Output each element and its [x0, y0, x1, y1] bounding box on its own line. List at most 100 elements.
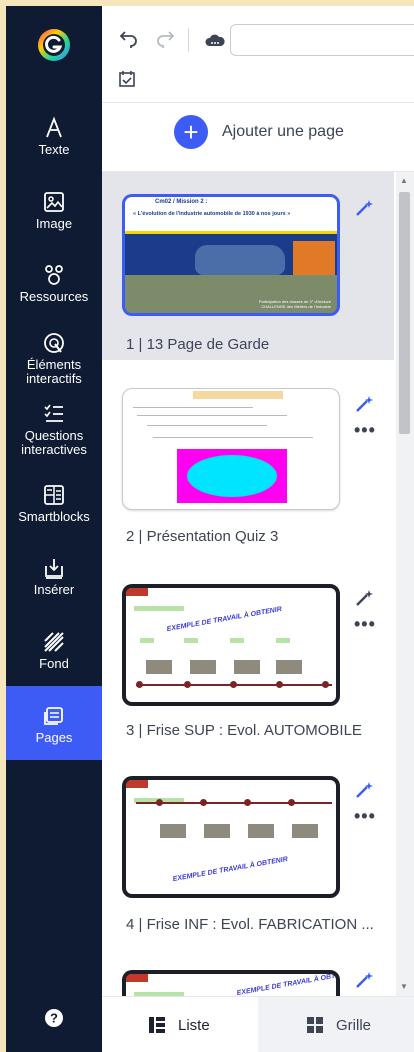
text-icon — [42, 116, 66, 140]
rail-item-label: Image — [35, 216, 73, 231]
cover-footer-text: Participation des classes de 3° d'Anduze… — [258, 299, 331, 309]
quiz-heading-graphic — [193, 391, 283, 399]
cloud-sync-icon[interactable] — [204, 30, 226, 52]
undo-icon[interactable] — [118, 28, 140, 50]
more-options-icon[interactable]: ••• — [354, 420, 376, 441]
plus-icon: + — [174, 115, 208, 149]
add-page-button[interactable]: + Ajouter une page — [102, 103, 414, 172]
left-toolbar: Texte Image Ressources Éléments interact… — [6, 6, 102, 1052]
page-item[interactable]: ••• 2 | Présentation Quiz 3 — [102, 368, 394, 558]
timeline-dot — [244, 799, 251, 806]
cover-image: Cm02 / Mission 2 : « L'évolution de l'in… — [125, 197, 337, 313]
magic-wand-icon[interactable] — [354, 198, 374, 218]
rail-item-label: Éléments interactifs — [26, 357, 82, 386]
orange-graphic — [293, 241, 335, 277]
redo-icon[interactable] — [154, 28, 176, 50]
frise-photo — [292, 824, 318, 838]
magic-wand-icon[interactable] — [354, 970, 374, 990]
tab-grid[interactable]: Grille — [258, 997, 414, 1052]
page-thumbnail[interactable]: EXEMPLE DE TRAVAIL À OBTENIR — [122, 776, 340, 898]
page-item[interactable]: EXEMPLE DE TRAVAIL À OBTENIR ••• 4 | Fri… — [102, 754, 394, 950]
rail-item-interactive-elements[interactable]: Éléments interactifs — [6, 331, 102, 386]
more-options-icon[interactable]: ••• — [354, 614, 376, 635]
magic-wand-icon[interactable] — [354, 780, 374, 800]
page-thumbnail[interactable] — [122, 388, 340, 510]
more-options-icon[interactable]: ••• — [354, 806, 376, 827]
editor-toolbar — [102, 6, 414, 103]
tab-list-label: Liste — [178, 1017, 210, 1034]
rail-item-label: Ressources — [19, 289, 89, 304]
timeline-dot — [200, 799, 207, 806]
page-thumbnail[interactable]: EXEMPLE DE TRAVAIL À OBTENIR — [122, 584, 340, 706]
task-check-icon[interactable] — [118, 70, 136, 88]
frise-photo — [146, 660, 172, 674]
page-item[interactable]: Cm02 / Mission 2 : « L'évolution de l'in… — [102, 172, 394, 360]
toolbar-search-input[interactable] — [230, 24, 414, 56]
timeline-dot — [288, 799, 295, 806]
rail-item-pages[interactable]: Pages — [6, 686, 102, 760]
frise-label — [184, 638, 198, 643]
rail-item-smartblocks[interactable]: Smartblocks — [6, 483, 102, 524]
frise-photo — [248, 824, 274, 838]
frise-heading — [134, 606, 184, 611]
toolbar-divider — [188, 28, 189, 52]
rail-item-text[interactable]: Texte — [6, 116, 102, 157]
rail-item-label: Texte — [38, 142, 70, 157]
rail-item-image[interactable]: Image — [6, 190, 102, 231]
background-icon — [42, 630, 66, 654]
page-item[interactable]: EXEMPLE DE TRAVAIL À OBTENIR ••• 3 | Fri… — [102, 562, 394, 754]
page-thumbnail[interactable]: Cm02 / Mission 2 : « L'évolution de l'in… — [122, 194, 340, 316]
page-item[interactable]: EXEMPLE DE TRAVAIL À OBTENIR — [102, 954, 394, 996]
tab-grid-label: Grille — [336, 1017, 372, 1034]
scroll-up-arrow-icon[interactable]: ▲ — [400, 176, 408, 185]
page-thumbnail[interactable]: EXEMPLE DE TRAVAIL À OBTENIR — [122, 970, 340, 996]
timeline-dot — [156, 799, 163, 806]
tab-list[interactable]: Liste — [102, 997, 258, 1052]
list-view-icon — [148, 1016, 166, 1034]
scroll-down-arrow-icon[interactable]: ▼ — [400, 982, 408, 991]
scrollbar-thumb[interactable] — [399, 192, 410, 434]
page-label: 1 | 13 Page de Garde — [126, 336, 270, 353]
cover-strip — [125, 231, 337, 234]
rail-item-label: Fond — [39, 656, 69, 671]
frise-label — [140, 638, 154, 643]
cover-subtitle-text: « L'évolution de l'industrie automobile … — [133, 211, 291, 217]
pages-icon — [42, 704, 66, 728]
app-logo-icon[interactable] — [37, 28, 71, 62]
car-graphic — [195, 245, 285, 275]
timeline-dot — [136, 681, 143, 688]
frise-photo — [160, 824, 186, 838]
interactive-elements-icon — [42, 331, 66, 355]
page-label: 2 | Présentation Quiz 3 — [126, 528, 279, 545]
text-line — [133, 407, 253, 408]
resources-icon — [42, 263, 66, 287]
example-stamp: EXEMPLE DE TRAVAIL À OBTENIR — [236, 970, 340, 996]
rail-item-label: Smartblocks — [18, 509, 90, 524]
image-icon — [42, 190, 66, 214]
cover-title-banner: Cm02 / Mission 2 : « L'évolution de l'in… — [125, 197, 337, 231]
add-page-label: Ajouter une page — [222, 123, 344, 140]
rail-item-label: Questions interactives — [21, 428, 87, 457]
rail-item-background[interactable]: Fond — [6, 630, 102, 671]
cover-title-text: Cm02 / Mission 2 : — [155, 199, 208, 205]
rail-item-resources[interactable]: Ressources — [6, 263, 102, 304]
frise-photo — [276, 660, 302, 674]
help-icon[interactable]: ? — [44, 1008, 64, 1028]
magic-wand-icon[interactable] — [354, 588, 374, 608]
rail-item-interactive-questions[interactable]: Questions interactives — [6, 402, 102, 457]
page-label: 4 | Frise INF : Evol. FABRICATION ... — [126, 916, 374, 933]
timeline-dot — [184, 681, 191, 688]
rail-item-insert[interactable]: Insérer — [6, 556, 102, 597]
magic-wand-icon[interactable] — [354, 394, 374, 414]
frise-photo — [204, 824, 230, 838]
svg-text:?: ? — [50, 1011, 58, 1026]
timeline-dot — [322, 681, 329, 688]
grid-view-icon — [306, 1016, 324, 1034]
school-photo — [125, 275, 337, 313]
editor-window: Texte Image Ressources Éléments interact… — [6, 6, 414, 1052]
frise-tag — [126, 974, 148, 982]
text-line — [147, 425, 267, 426]
frise-photo — [234, 660, 260, 674]
timeline-dot — [276, 681, 283, 688]
quiz-inner — [187, 455, 277, 497]
